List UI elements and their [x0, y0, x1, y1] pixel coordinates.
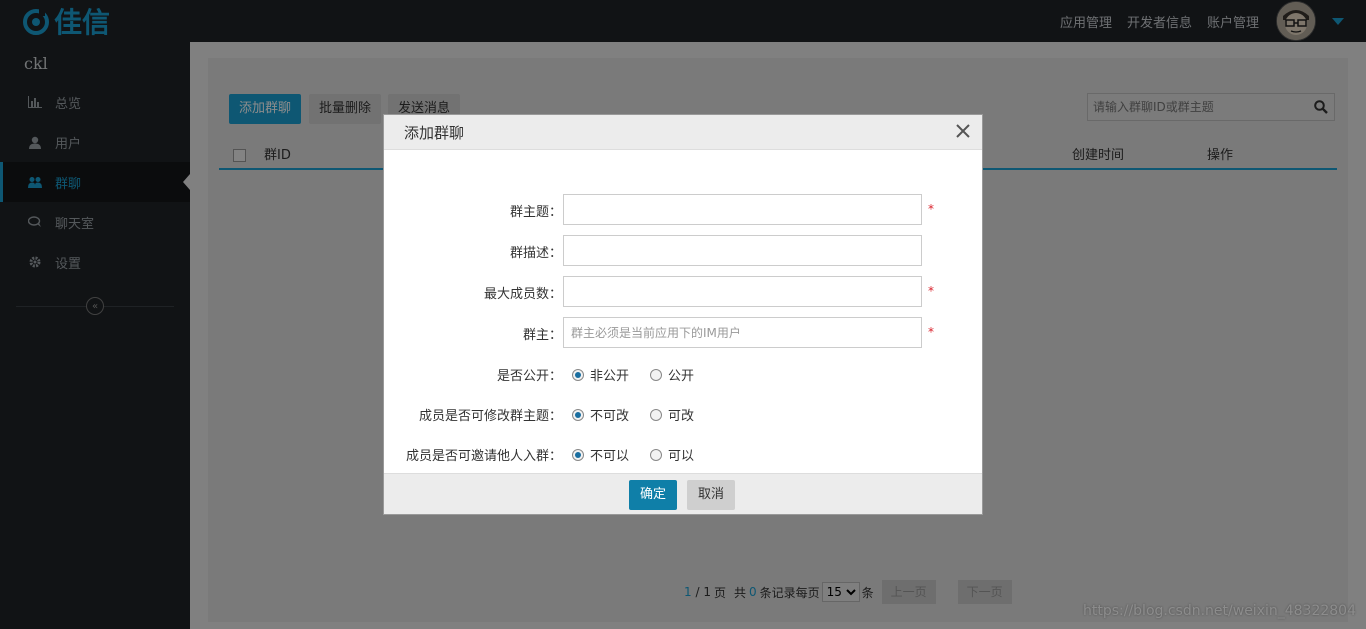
radio-unchecked-icon: [650, 368, 662, 381]
radio-cannot-invite[interactable]: 不可以: [572, 445, 629, 464]
subject-row: 群主题： *: [384, 194, 984, 226]
description-label: 群描述：: [509, 246, 562, 261]
confirm-button[interactable]: 确定: [629, 480, 678, 510]
radio-not-modifiable[interactable]: 不可改: [572, 405, 629, 424]
dialog-footer: 确定 取消: [384, 473, 982, 514]
description-input[interactable]: [563, 235, 922, 266]
dialog-title: 添加群聊: [404, 124, 465, 142]
radio-unchecked-icon: [650, 408, 662, 421]
close-icon[interactable]: [950, 118, 976, 144]
radio-checked-icon: [572, 408, 584, 421]
cancel-button[interactable]: 取消: [687, 480, 736, 510]
modify-subject-label: 成员是否可修改群主题：: [418, 409, 562, 424]
radio-can-invite[interactable]: 可以: [650, 445, 694, 464]
radio-modifiable[interactable]: 可改: [650, 405, 694, 424]
max-members-input[interactable]: [563, 276, 922, 307]
modify-subject-row: 成员是否可修改群主题： 不可改 可改: [384, 398, 984, 430]
radio-checked-icon: [572, 448, 584, 461]
public-row: 是否公开： 非公开 公开: [384, 358, 984, 390]
radio-checked-icon: [572, 368, 584, 381]
radio-unchecked-icon: [650, 448, 662, 461]
description-row: 群描述：: [384, 235, 984, 267]
add-group-dialog: 添加群聊 群主题： * 群描述： 最大成员数： * 群主： * 是否公开： 非公…: [383, 114, 983, 515]
radio-public[interactable]: 公开: [650, 365, 694, 384]
required-mark: *: [928, 325, 934, 339]
subject-label: 群主题：: [509, 205, 562, 220]
required-mark: *: [928, 202, 934, 216]
max-members-row: 最大成员数： *: [384, 276, 984, 308]
dialog-header: 添加群聊: [384, 115, 982, 150]
invite-row: 成员是否可邀请他人入群： 不可以 可以: [384, 438, 984, 470]
radio-private[interactable]: 非公开: [572, 365, 629, 384]
owner-label: 群主：: [522, 328, 562, 343]
owner-row: 群主： *: [384, 317, 984, 349]
owner-input[interactable]: [563, 317, 922, 348]
max-members-label: 最大成员数：: [483, 287, 562, 302]
subject-input[interactable]: [563, 194, 922, 225]
required-mark: *: [928, 284, 934, 298]
invite-label: 成员是否可邀请他人入群：: [405, 449, 562, 464]
public-label: 是否公开：: [496, 369, 562, 384]
